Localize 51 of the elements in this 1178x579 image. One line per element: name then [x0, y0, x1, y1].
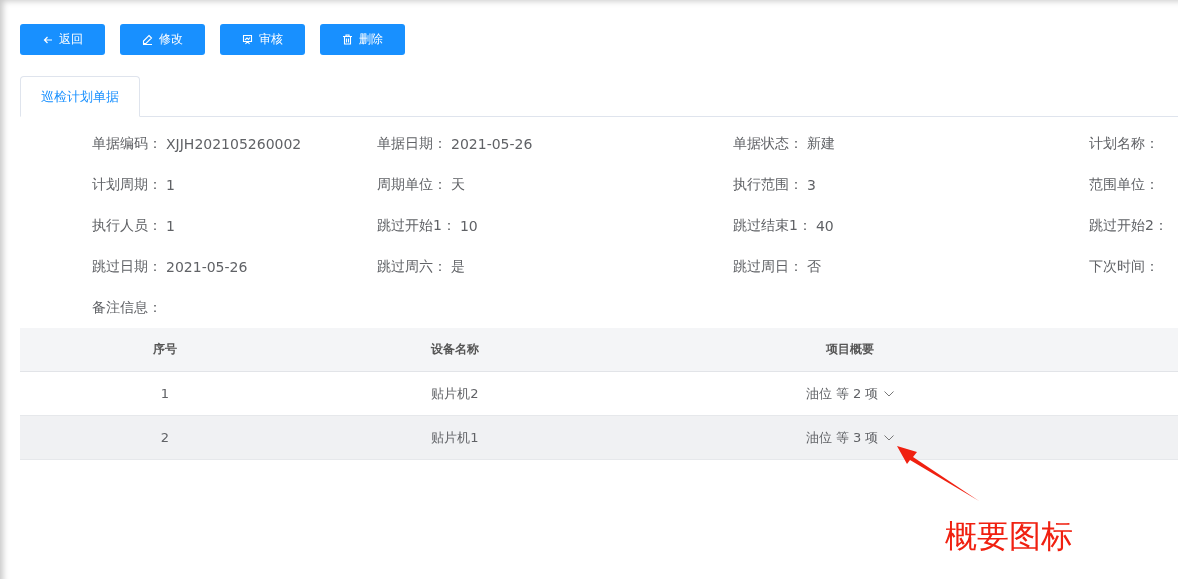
annotation-text: 概要图标 — [945, 516, 1073, 557]
field-value: 1 — [166, 177, 175, 193]
toolbar-button[interactable]: 修改 — [120, 24, 205, 55]
trash-icon — [342, 34, 353, 45]
column-header: 项目概要 — [825, 341, 875, 358]
toolbar-button[interactable]: 返回 — [20, 24, 105, 55]
field-label: 周期单位： — [377, 176, 447, 194]
field-value: 2021-05-26 — [451, 136, 533, 152]
field-value: 2021-05-26 — [166, 259, 248, 275]
column-header: 设备名称 — [429, 341, 480, 358]
table-cell-text: 1 — [159, 385, 171, 403]
chevron-down-icon — [884, 390, 895, 397]
toolbar-button[interactable]: 审核 — [220, 24, 305, 55]
board-icon — [242, 34, 253, 45]
field-label: 范围单位： — [1089, 176, 1159, 194]
field-label: 单据日期： — [377, 135, 447, 153]
field-label: 跳过开始2： — [1089, 217, 1168, 235]
field-value: 3 — [807, 177, 816, 193]
field-value: 新建 — [807, 135, 835, 153]
pencil-icon — [142, 34, 153, 45]
field-value: 是 — [451, 258, 465, 276]
table-row[interactable]: 2 贴片机1 油位 等 3 项 — [20, 416, 1178, 460]
field-value: XJJH202105260002 — [166, 136, 302, 152]
field-label: 跳过结束1： — [733, 217, 812, 235]
field-label: 执行人员： — [92, 217, 162, 235]
field-value: 天 — [451, 176, 465, 194]
field-label: 跳过周日： — [733, 258, 803, 276]
field-label: 跳过开始1： — [377, 217, 456, 235]
tab[interactable]: 巡检计划单据 — [20, 76, 140, 117]
field-label: 跳过日期： — [92, 258, 162, 276]
field-label: 计划名称： — [1089, 135, 1159, 153]
field-label: 下次时间： — [1089, 258, 1159, 276]
column-header: 序号 — [152, 341, 178, 358]
table-cell-text: 贴片机1 — [430, 428, 480, 447]
field-value: 否 — [807, 258, 821, 276]
field-value: 1 — [166, 218, 175, 234]
field-label: 备注信息： — [92, 299, 162, 317]
table-cell-text: 贴片机2 — [430, 384, 480, 403]
toolbar-button[interactable]: 删除 — [320, 24, 405, 55]
summary-dropdown[interactable]: 油位 等 2 项 — [805, 384, 895, 403]
field-label: 跳过周六： — [377, 258, 447, 276]
field-value: 40 — [815, 218, 834, 234]
field-label: 计划周期： — [92, 176, 162, 194]
field-label: 执行范围： — [733, 176, 803, 194]
chevron-down-icon — [884, 434, 895, 441]
arrow-left-icon — [42, 34, 53, 45]
field-label: 单据状态： — [733, 135, 803, 153]
field-label: 单据编码： — [92, 135, 162, 153]
table-cell-text: 2 — [159, 429, 171, 447]
summary-dropdown[interactable]: 油位 等 3 项 — [805, 428, 895, 447]
field-value: 10 — [459, 218, 478, 234]
